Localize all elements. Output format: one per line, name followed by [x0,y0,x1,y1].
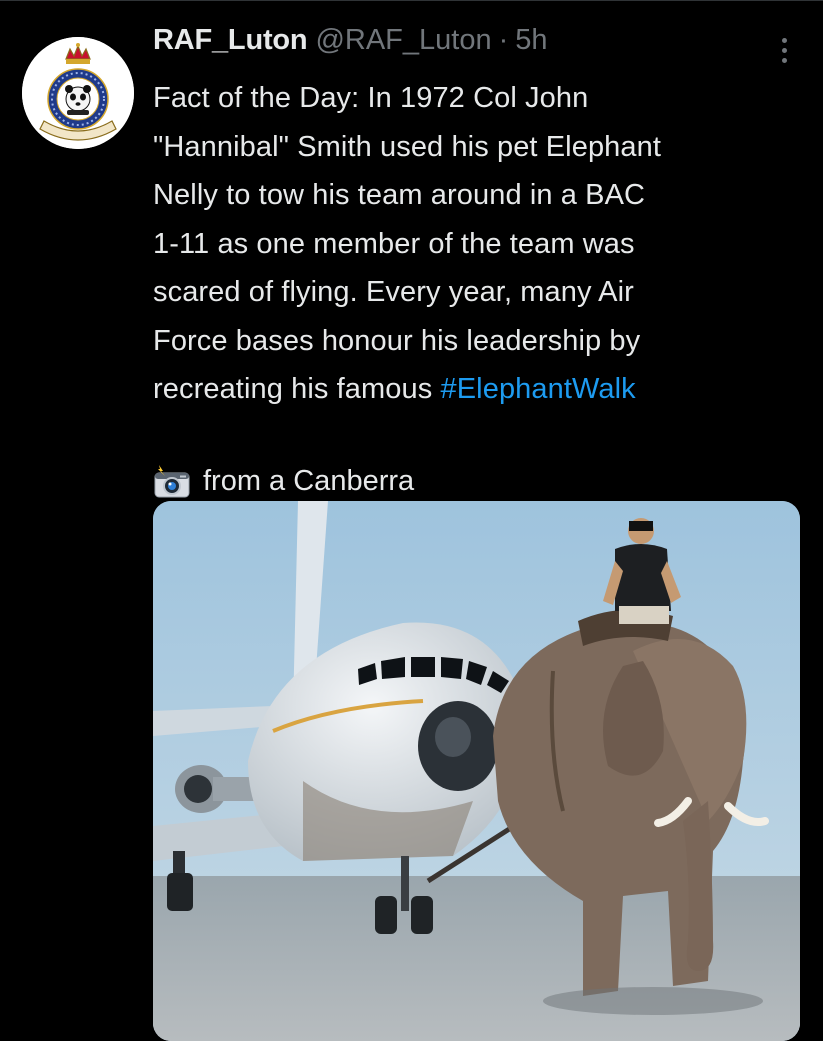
author-handle[interactable]: @RAF_Luton [315,24,491,57]
tweet-text: Fact of the Day: In 1972 Col John "Hanni… [153,74,793,414]
media-caption: from a Canberra [153,463,793,501]
tweet-photo[interactable] [153,501,800,1041]
camera-with-flash-icon [154,464,190,497]
caption-text: from a Canberra [203,465,415,497]
raf-station-badge-icon [22,37,134,149]
tweet-text-body: Fact of the Day: In 1972 Col John "Hanni… [153,82,662,405]
header-separator: · [498,24,509,56]
avatar[interactable] [22,37,134,149]
tweet-body: RAF_Luton @RAF_Luton · 5h Fact of the Da… [153,24,793,501]
tweet-header: RAF_Luton @RAF_Luton · 5h [153,24,793,70]
author-name[interactable]: RAF_Luton [153,24,308,57]
hashtag-link[interactable]: #ElephantWalk [441,373,636,405]
badge-emblem-icon [65,85,91,115]
tweet-timestamp[interactable]: 5h [515,24,547,57]
top-divider [0,0,823,1]
elephant-towing-jet-photo [153,501,800,1041]
